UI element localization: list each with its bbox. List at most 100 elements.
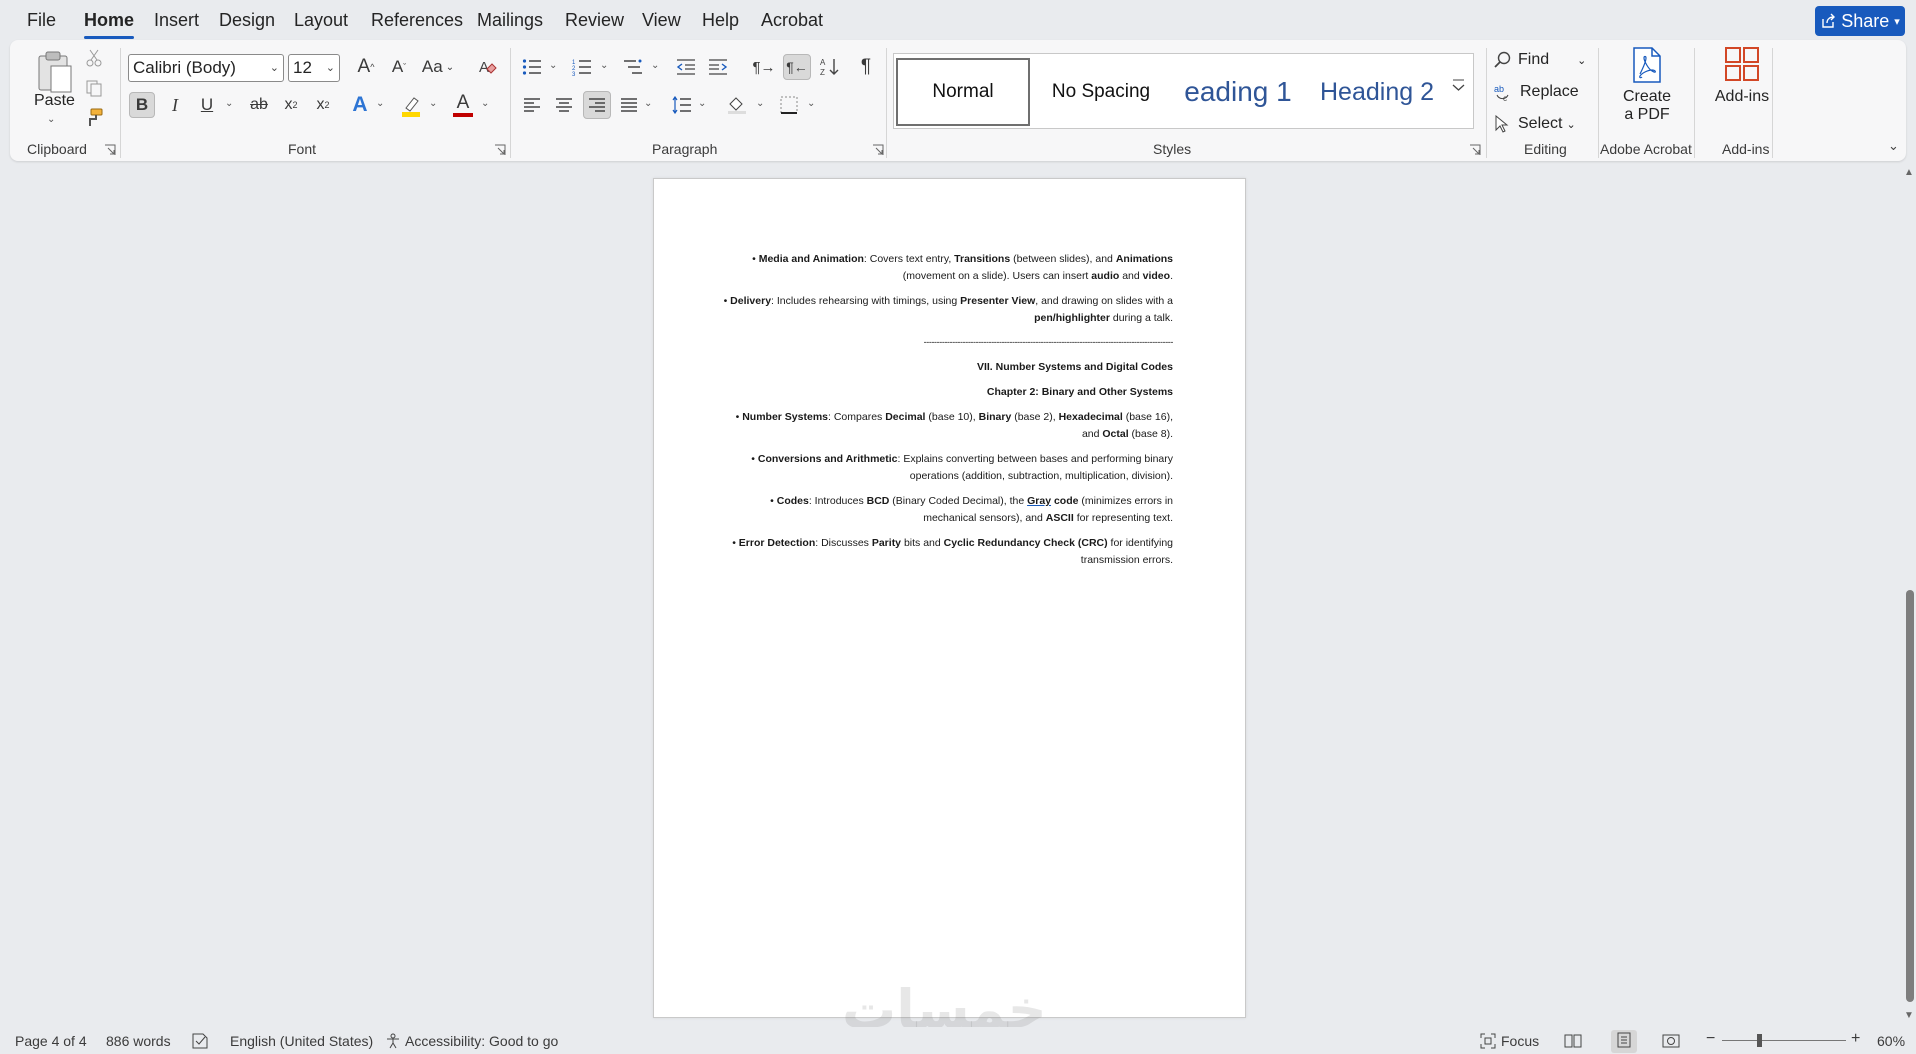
bold-button[interactable]: B [129, 92, 155, 118]
zoom-out-icon[interactable]: − [1706, 1030, 1715, 1048]
print-layout-icon[interactable] [1611, 1030, 1637, 1053]
tab-mailings[interactable]: Mailings [477, 10, 543, 31]
bold-term: Media and Animation [758, 253, 864, 265]
chevron-down-icon[interactable]: ⌄ [651, 60, 659, 71]
tab-references[interactable]: References [371, 10, 463, 31]
chevron-down-icon[interactable]: ⌄ [807, 98, 815, 109]
replace-button[interactable]: ab c Replace [1494, 80, 1579, 104]
align-center-icon[interactable] [552, 93, 576, 117]
align-left-icon[interactable] [520, 93, 544, 117]
cut-icon[interactable] [82, 46, 106, 70]
font-name-combo[interactable]: Calibri (Body) ⌄ [128, 54, 284, 82]
italic-button[interactable]: I [162, 92, 188, 118]
format-painter-icon[interactable] [82, 106, 106, 130]
tab-file[interactable]: File [27, 10, 56, 31]
paste-button[interactable] [34, 47, 76, 97]
proofing-icon[interactable] [191, 1033, 209, 1052]
chevron-down-icon[interactable]: ⌄ [270, 61, 279, 74]
zoom-in-icon[interactable]: + [1851, 1030, 1860, 1048]
accessibility-status[interactable]: Accessibility: Good to go [385, 1033, 558, 1049]
dialog-launcher-icon[interactable] [1469, 144, 1481, 156]
tab-insert[interactable]: Insert [154, 10, 199, 31]
show-hide-marks-icon[interactable]: ¶ [854, 55, 878, 79]
scroll-down-icon[interactable]: ▼ [1904, 1010, 1914, 1021]
shading-icon[interactable] [725, 93, 749, 117]
word-count[interactable]: 886 words [106, 1033, 171, 1049]
language-status[interactable]: English (United States) [230, 1033, 373, 1049]
page-count[interactable]: Page 4 of 4 [15, 1033, 87, 1049]
select-button[interactable]: Select ⌄ [1494, 112, 1576, 136]
bold-term: audio [1091, 270, 1120, 282]
text-effects-icon[interactable]: A [347, 92, 373, 118]
style-heading-2[interactable]: Heading 2 [1308, 58, 1446, 126]
superscript-button[interactable]: x2 [310, 92, 336, 118]
chevron-down-icon[interactable]: ⌄ [326, 61, 335, 74]
bullets-icon[interactable] [520, 55, 544, 79]
tab-home[interactable]: Home [84, 10, 135, 39]
chevron-down-icon[interactable]: ⌄ [698, 98, 706, 109]
create-pdf-label-2: a PDF [1624, 106, 1670, 123]
copy-icon[interactable] [82, 76, 106, 100]
line-spacing-icon[interactable] [670, 93, 694, 117]
scrollbar-thumb[interactable] [1906, 590, 1914, 1002]
rtl-direction-icon[interactable]: ¶← [783, 54, 811, 80]
chevron-down-icon[interactable]: ⌄ [756, 98, 764, 109]
create-pdf-button[interactable]: Create a PDF [1614, 46, 1680, 136]
chevron-down-icon[interactable]: ⌄ [600, 60, 608, 71]
align-right-icon[interactable] [583, 91, 611, 119]
subscript-button[interactable]: x2 [278, 92, 304, 118]
dialog-launcher-icon[interactable] [872, 144, 884, 156]
chevron-down-icon[interactable]: ⌄ [429, 98, 437, 109]
multilevel-list-icon[interactable] [621, 55, 645, 79]
scroll-up-icon[interactable]: ▲ [1904, 167, 1914, 178]
ltr-direction-icon[interactable]: ¶→ [752, 55, 776, 79]
tab-layout[interactable]: Layout [294, 10, 348, 31]
justify-icon[interactable] [617, 93, 641, 117]
chevron-down-icon[interactable]: ⌄ [481, 98, 489, 109]
tab-view[interactable]: View [642, 10, 681, 31]
highlighter-icon[interactable] [398, 92, 424, 120]
sort-icon[interactable]: AZ [818, 55, 842, 79]
chevron-down-icon[interactable]: ⌄ [549, 60, 557, 71]
increase-indent-icon[interactable] [706, 55, 730, 79]
add-ins-button[interactable]: Add-ins [1704, 46, 1780, 106]
zoom-level[interactable]: 60% [1877, 1033, 1905, 1049]
dialog-launcher-icon[interactable] [104, 144, 116, 156]
font-color-button[interactable]: A [450, 90, 476, 120]
style-no-spacing[interactable]: No Spacing [1034, 58, 1168, 126]
zoom-slider-thumb[interactable] [1757, 1034, 1763, 1047]
change-case-button[interactable]: Aa ⌄ [420, 55, 456, 79]
styles-more-button[interactable] [1445, 53, 1474, 129]
paragraph-number-systems: • Number Systems: Compares Decimal (base… [723, 409, 1173, 443]
chevron-down-icon[interactable]: ⌄ [225, 98, 233, 109]
style-normal[interactable]: Normal [896, 58, 1030, 126]
style-heading-1[interactable]: eading 1 [1170, 58, 1306, 126]
borders-icon[interactable] [777, 93, 801, 117]
collapse-ribbon-icon[interactable]: ⌄ [1888, 138, 1899, 154]
focus-button[interactable]: Focus [1480, 1033, 1539, 1049]
find-button[interactable]: Find ⌄ [1494, 48, 1586, 72]
shrink-font-icon[interactable]: Aˇ [387, 55, 411, 79]
clear-formatting-icon[interactable]: A [475, 55, 499, 79]
read-mode-icon[interactable] [1564, 1033, 1582, 1052]
grow-font-icon[interactable]: A ^ [354, 55, 378, 79]
numbering-icon[interactable]: 123 [570, 55, 594, 79]
chevron-down-icon[interactable]: ⌄ [47, 114, 55, 125]
tab-help[interactable]: Help [702, 10, 739, 31]
web-layout-icon[interactable] [1662, 1033, 1680, 1052]
strikethrough-button[interactable]: ab [246, 92, 272, 118]
tab-acrobat[interactable]: Acrobat [761, 10, 823, 31]
tab-design[interactable]: Design [219, 10, 275, 31]
share-button[interactable]: Share ▾ [1815, 6, 1905, 36]
dialog-launcher-icon[interactable] [494, 144, 506, 156]
chevron-down-icon[interactable]: ⌄ [644, 98, 652, 109]
zoom-slider[interactable] [1722, 1034, 1846, 1047]
chevron-down-icon[interactable]: ⌄ [376, 98, 384, 109]
bold-term: Presenter View [960, 295, 1036, 307]
tab-review[interactable]: Review [565, 10, 624, 31]
underline-button[interactable]: U [194, 92, 220, 118]
font-group-label: Font [288, 141, 317, 157]
decrease-indent-icon[interactable] [674, 55, 698, 79]
document-page[interactable]: • Media and Animation: Covers text entry… [653, 178, 1246, 1018]
font-size-combo[interactable]: 12 ⌄ [288, 54, 340, 82]
